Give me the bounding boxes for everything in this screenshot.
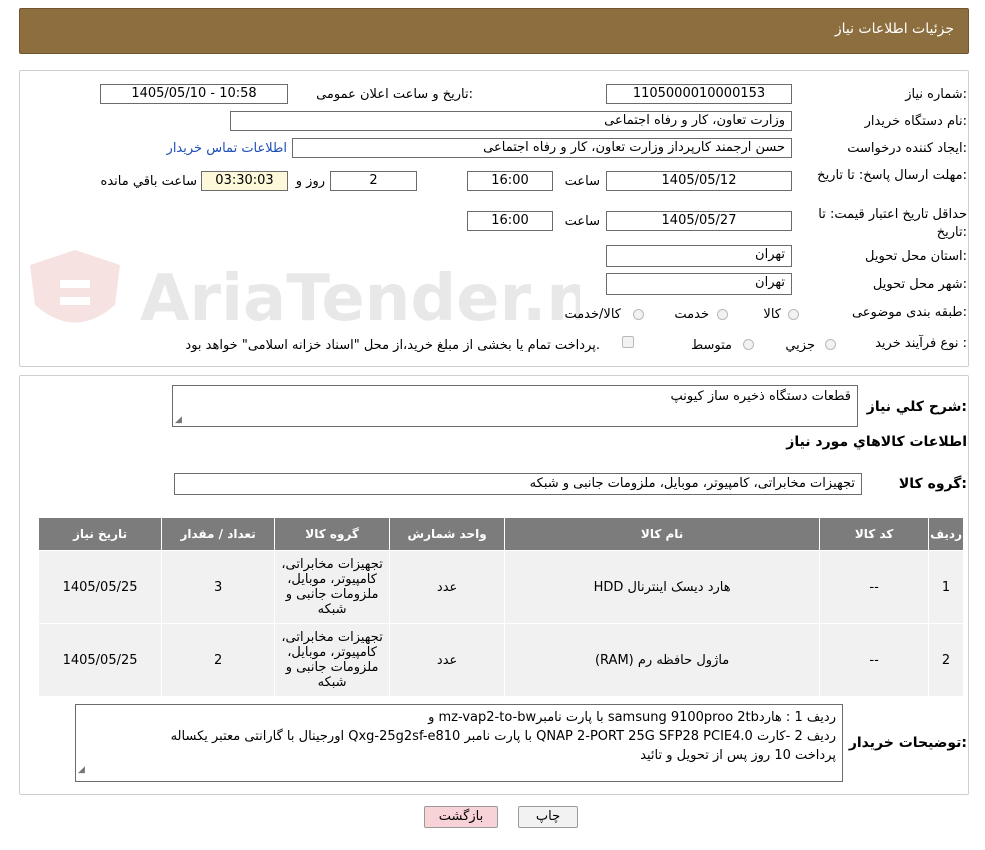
cell-name: هارد دیسک اینترنال HDD <box>504 550 821 624</box>
price-time-field: 16:00 <box>467 211 553 231</box>
goods-group-field: تجهیزات مخابراتی، کامپیوتر، موبایل، ملزو… <box>174 473 862 495</box>
cell-code: -- <box>819 623 930 697</box>
process-option-medium: متوسط <box>691 338 732 353</box>
col-row: رديف <box>928 517 964 551</box>
cell-code: -- <box>819 550 930 624</box>
reply-deadline-label: مهلت ارسال پاسخ: تا تاریخ: <box>817 168 967 183</box>
province-label: استان محل تحویل: <box>865 249 967 264</box>
category-option-goods: کالا <box>763 307 781 322</box>
reply-time-label: ساعت <box>564 174 600 189</box>
province-field: تهران <box>606 245 792 267</box>
need-number-label: شماره نیاز: <box>905 87 967 102</box>
city-label: شهر محل تحویل: <box>872 277 967 292</box>
cell-group: تجهیزات مخابراتی، کامپیوتر، موبایل، ملزو… <box>274 550 391 624</box>
page-header: جزئیات اطلاعات نیاز <box>19 8 969 54</box>
col-name: نام کالا <box>504 517 821 551</box>
buyer-org-label: نام دستگاه خریدار: <box>864 114 967 129</box>
buyer-notes-line-1: ردیف 1 : هاردsamsung 9100proo 2tb با پار… <box>428 710 836 725</box>
col-unit: واحد شمارش <box>389 517 506 551</box>
reply-time-field: 16:00 <box>467 171 553 191</box>
price-validity-label: حداقل تاریخ اعتبار قیمت: تا تاریخ: <box>818 207 967 240</box>
summary-text: قطعات دستگاه ذخیره ساز کیونپ <box>670 389 851 404</box>
col-qty: تعداد / مقدار <box>161 517 276 551</box>
col-code: کد کالا <box>819 517 930 551</box>
summary-label: شرح کلي نياز: <box>866 399 967 415</box>
requester-label: ایجاد کننده درخواست: <box>847 141 967 156</box>
process-option-minor: جزیي <box>785 338 815 353</box>
process-radio-minor[interactable] <box>825 339 836 350</box>
price-time-label: ساعت <box>564 214 600 229</box>
back-button[interactable]: بازگشت <box>424 806 498 828</box>
days-label: روز و <box>295 174 325 189</box>
buyer-org-field: وزارت تعاون، کار و رفاه اجتماعی <box>230 111 792 131</box>
remaining-time-field: 03:30:03 <box>201 171 288 191</box>
category-radio-service[interactable] <box>717 309 728 320</box>
category-radio-goods[interactable] <box>788 309 799 320</box>
summary-textarea: قطعات دستگاه ذخیره ساز کیونپ ◢ <box>172 385 858 427</box>
remaining-label: ساعت باقي مانده <box>100 174 197 189</box>
announce-field: 1405/05/10 - 10:58 <box>100 84 288 104</box>
category-option-goods-service: کالا/خدمت <box>564 307 621 322</box>
buyer-notes-line-3: پرداخت 10 روز پس از تحویل و تائید <box>640 748 836 763</box>
resize-grip-icon[interactable]: ◢ <box>78 761 85 780</box>
cell-date: 1405/05/25 <box>37 623 163 697</box>
page-title: جزئیات اطلاعات نیاز <box>834 21 954 37</box>
cell-qty: 3 <box>161 550 276 624</box>
cell-row: 1 <box>928 550 964 624</box>
reply-date-field: 1405/05/12 <box>606 171 792 191</box>
goods-group-label: گروه کالا: <box>898 476 967 492</box>
buyer-contact-link[interactable]: اطلاعات تماس خریدار <box>167 141 287 156</box>
watermark-logo: AriaTender.neT <box>20 245 679 349</box>
city-field: تهران <box>606 273 792 295</box>
treasury-payment-note: پرداخت تمام یا بخشی از مبلغ خرید،از محل … <box>185 338 600 353</box>
resize-grip-icon[interactable]: ◢ <box>175 415 182 425</box>
process-label: نوع فرآیند خرید : <box>875 336 967 351</box>
requester-field: حسن ارجمند کارپرداز وزارت تعاون، کار و ر… <box>292 138 792 158</box>
goods-info-title: اطلاعات کالاهاي مورد نياز <box>786 434 967 450</box>
buyer-notes-textarea: ردیف 1 : هاردsamsung 9100proo 2tb با پار… <box>75 704 843 782</box>
buyer-notes-line-2: ردیف 2 -کارت QNAP 2-PORT 25G SFP28 PCIE4… <box>170 729 836 744</box>
category-radio-goods-service[interactable] <box>633 309 644 320</box>
print-button[interactable]: چاپ <box>518 806 578 828</box>
cell-name: ماژول حافظه رم (RAM) <box>504 623 821 697</box>
table-row: 1 -- هارد دیسک اینترنال HDD عدد تجهیزات … <box>37 550 964 624</box>
process-radio-medium[interactable] <box>743 339 754 350</box>
cell-group: تجهیزات مخابراتی، کامپیوتر، موبایل، ملزو… <box>274 623 391 697</box>
category-label: طبقه بندی موضوعی: <box>851 305 967 320</box>
watermark-text: AriaTender.neT <box>140 262 580 336</box>
buyer-notes-label: توضیحات خریدار: <box>848 735 967 751</box>
goods-table-header: رديف کد کالا نام کالا واحد شمارش گروه کا… <box>37 517 964 551</box>
treasury-payment-checkbox[interactable] <box>622 336 634 348</box>
need-number-field: 1105000010000153 <box>606 84 792 104</box>
cell-unit: عدد <box>389 623 506 697</box>
category-option-service: خدمت <box>674 307 709 322</box>
cell-unit: عدد <box>389 550 506 624</box>
col-group: گروه کالا <box>274 517 391 551</box>
price-date-field: 1405/05/27 <box>606 211 792 231</box>
announce-label: تاریخ و ساعت اعلان عمومی: <box>316 87 473 102</box>
col-date: تاریخ نیاز <box>37 517 163 551</box>
cell-date: 1405/05/25 <box>37 550 163 624</box>
cell-row: 2 <box>928 623 964 697</box>
cell-qty: 2 <box>161 623 276 697</box>
table-row: 2 -- ماژول حافظه رم (RAM) عدد تجهیزات مخ… <box>37 623 964 697</box>
days-field: 2 <box>330 171 417 191</box>
goods-table: رديف کد کالا نام کالا واحد شمارش گروه کا… <box>37 517 964 697</box>
